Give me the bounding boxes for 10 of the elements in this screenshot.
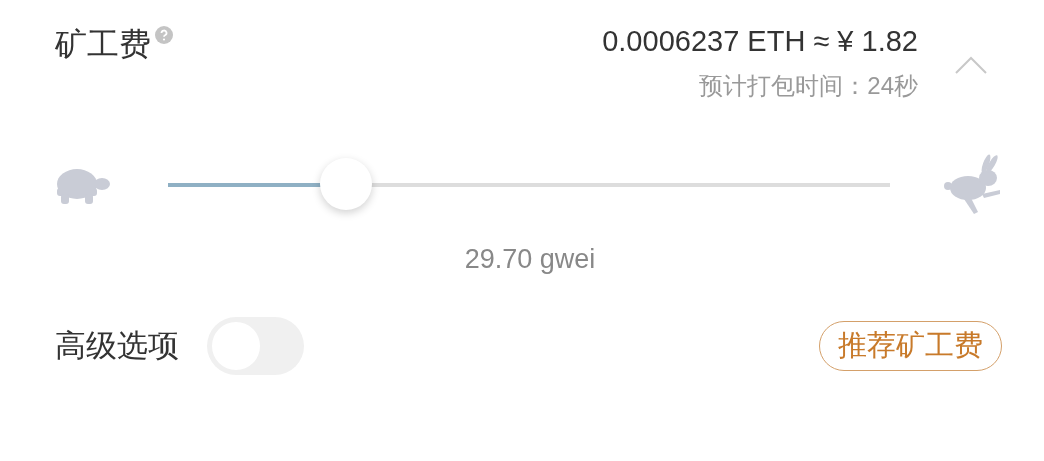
help-icon[interactable] bbox=[155, 26, 173, 44]
advanced-options-label: 高级选项 bbox=[55, 327, 179, 365]
rabbit-icon bbox=[944, 154, 1002, 216]
fee-title: 矿工费 bbox=[55, 25, 151, 64]
fee-amount: 0.0006237 ETH ≈ ¥ 1.82 bbox=[602, 24, 918, 59]
recommended-fee-button[interactable]: 推荐矿工费 bbox=[819, 321, 1002, 371]
chevron-up-icon[interactable] bbox=[955, 56, 987, 74]
gas-price: 29.70 gwei bbox=[463, 244, 597, 275]
estimated-time: 预计打包时间：24秒 bbox=[699, 71, 918, 101]
slider-thumb[interactable] bbox=[320, 158, 373, 210]
